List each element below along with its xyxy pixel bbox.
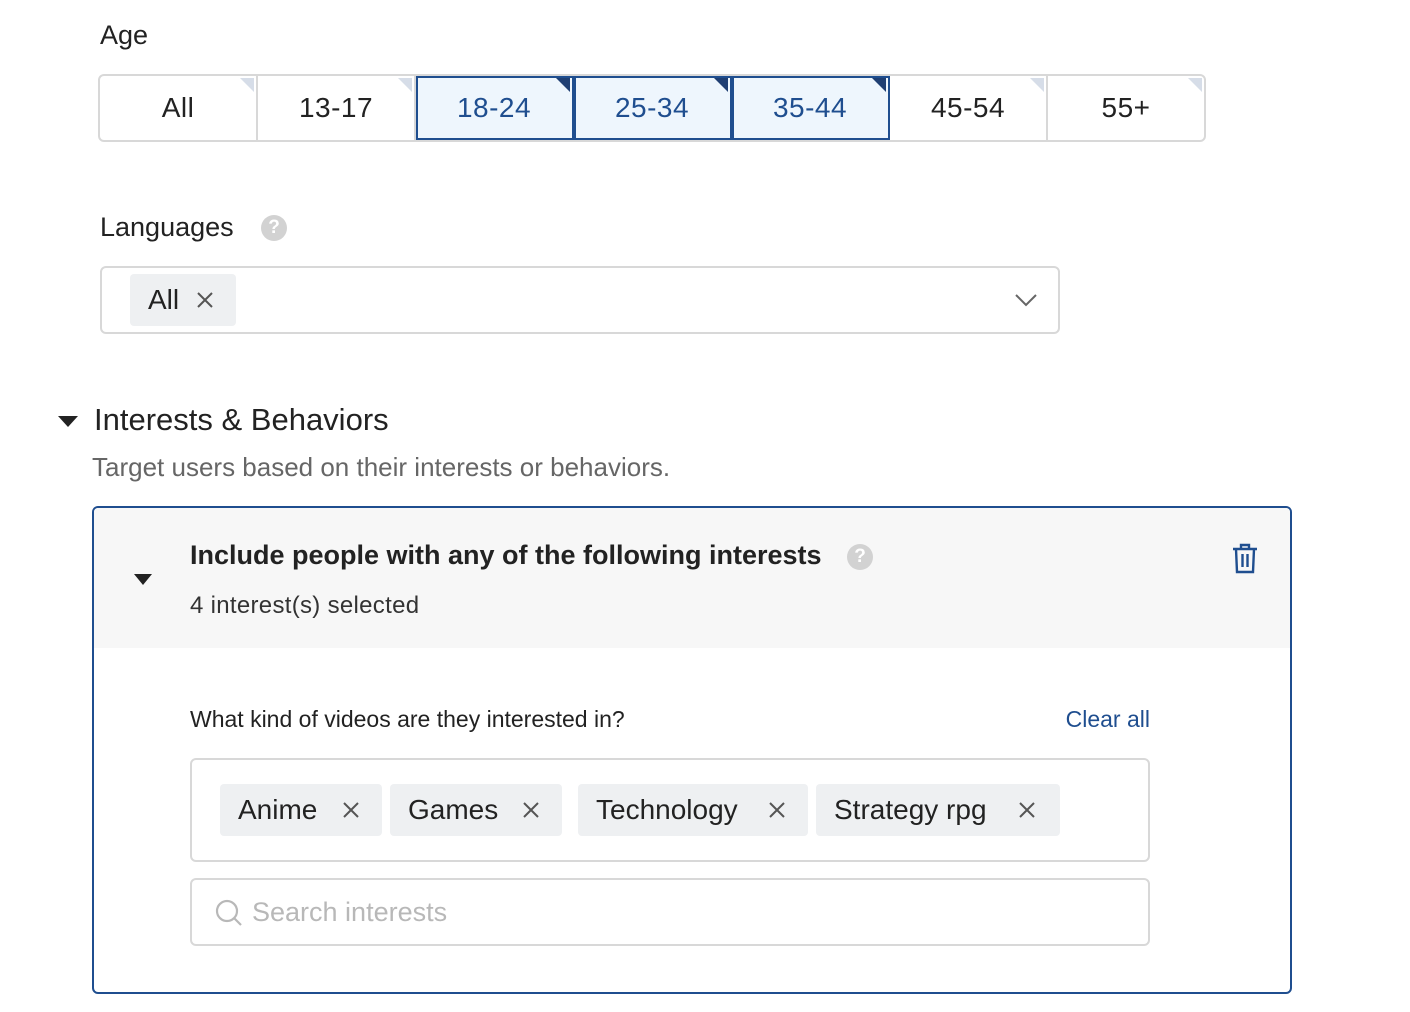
age-option-45-54[interactable]: 45-54 — [890, 76, 1048, 140]
interests-question: What kind of videos are they interested … — [190, 706, 625, 732]
close-icon[interactable] — [340, 799, 362, 821]
chip-label: All — [148, 284, 180, 315]
age-option-35-44[interactable]: 35-44 — [732, 76, 890, 140]
close-icon[interactable] — [1016, 799, 1038, 821]
chevron-down-icon[interactable] — [1014, 292, 1038, 308]
age-segmented-control: All 13-17 18-24 25-34 35-44 45-54 55+ — [98, 74, 1206, 142]
search-interests-field — [190, 878, 1150, 946]
age-option-13-17[interactable]: 13-17 — [258, 76, 416, 140]
chip-label: Games — [408, 794, 499, 825]
close-icon[interactable] — [194, 289, 216, 311]
close-icon[interactable] — [766, 799, 788, 821]
age-label: Age — [100, 20, 149, 50]
card-collapse-caret-icon[interactable] — [134, 574, 152, 585]
close-icon[interactable] — [520, 799, 542, 821]
section-subtitle: Target users based on their interests or… — [92, 452, 671, 482]
interest-chip: Games — [390, 784, 562, 836]
trash-icon[interactable] — [1230, 542, 1260, 574]
section-collapse-caret-icon[interactable] — [58, 416, 78, 427]
help-icon[interactable]: ? — [261, 215, 287, 241]
age-option-25-34[interactable]: 25-34 — [574, 76, 732, 140]
corner-marker-icon — [398, 78, 412, 92]
chip-label: Technology — [596, 794, 738, 825]
corner-marker-icon — [1188, 78, 1202, 92]
card-title: Include people with any of the following… — [190, 540, 822, 570]
age-option-all[interactable]: All — [100, 76, 258, 140]
age-option-18-24[interactable]: 18-24 — [416, 76, 574, 140]
interest-chip: Strategy rpg — [816, 784, 1060, 836]
interest-chip: Anime — [220, 784, 382, 836]
chip-label: Strategy rpg — [834, 794, 987, 825]
corner-marker-icon — [556, 78, 570, 92]
interest-chip: Technology — [578, 784, 808, 836]
corner-marker-icon — [240, 78, 254, 92]
language-chip-all: All — [130, 274, 236, 326]
languages-select[interactable]: All — [100, 266, 1060, 334]
age-option-55-plus[interactable]: 55+ — [1048, 76, 1204, 140]
help-icon[interactable]: ? — [847, 544, 873, 570]
languages-label: Languages — [100, 212, 234, 242]
selected-interests-box: Anime Games Technology Strategy rpg — [190, 758, 1150, 862]
chip-label: Anime — [238, 794, 318, 825]
section-title: Interests & Behaviors — [94, 402, 389, 437]
search-interests-input[interactable] — [252, 888, 1132, 936]
clear-all-link[interactable]: Clear all — [1066, 706, 1150, 733]
interests-card: Include people with any of the following… — [92, 506, 1292, 994]
card-header: Include people with any of the following… — [94, 508, 1290, 648]
corner-marker-icon — [714, 78, 728, 92]
corner-marker-icon — [1030, 78, 1044, 92]
selected-count: 4 interest(s) selected — [190, 592, 420, 619]
search-icon — [215, 899, 242, 926]
corner-marker-icon — [872, 78, 886, 92]
